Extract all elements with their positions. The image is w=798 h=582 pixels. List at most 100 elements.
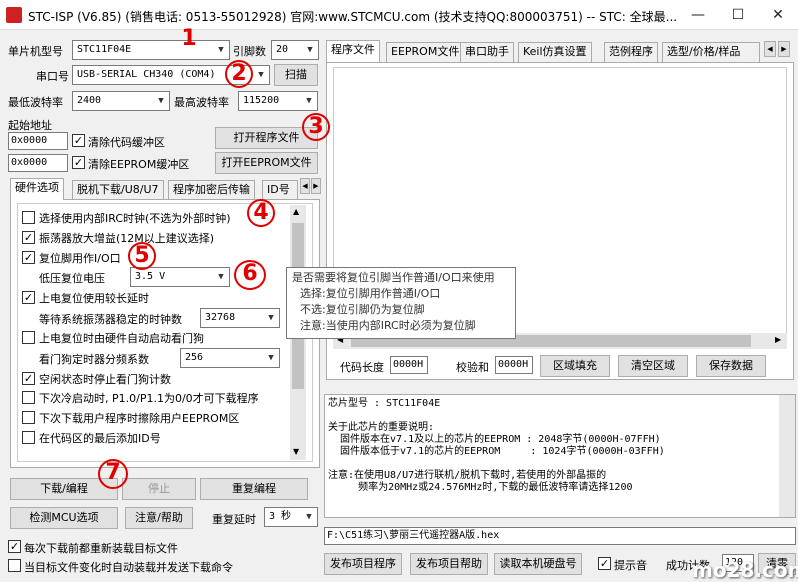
pins-value: 20 [276, 44, 289, 55]
low-volt-label: 低压复位电压 [39, 272, 105, 285]
right-tabs: 程序文件 EEPROM文件 串口助手 Keil仿真设置 范例程序 选型/价格/样… [326, 40, 796, 62]
beep-checkbox[interactable]: ✓ [598, 557, 611, 570]
code-len-label: 代码长度 [340, 361, 384, 374]
scroll-down-icon[interactable]: ▼ [293, 447, 299, 456]
min-baud-select[interactable]: 2400 ▼ [72, 91, 170, 111]
osc-wait-select[interactable]: 32768 ▼ [200, 308, 280, 328]
scroll-up-icon[interactable]: ▲ [293, 207, 299, 216]
code-addr-input[interactable]: 0x0000 [8, 132, 68, 150]
pins-select[interactable]: 20 ▼ [271, 40, 319, 60]
tab-examples[interactable]: 范例程序 [604, 42, 658, 62]
read-disk-button[interactable]: 读取本机硬盘号 [494, 553, 582, 575]
tab-serial-assistant[interactable]: 串口助手 [460, 42, 514, 62]
auto-reload-checkbox[interactable] [8, 559, 21, 572]
low-volt-select[interactable]: 3.5 V ▼ [130, 267, 230, 287]
close-icon[interactable]: ✕ [758, 0, 798, 30]
chevron-down-icon: ▼ [258, 70, 264, 80]
opt-gain-checkbox[interactable]: ✓ [22, 231, 35, 244]
checksum-label: 校验和 [456, 361, 489, 374]
opt-erase-eeprom-checkbox[interactable] [22, 411, 35, 424]
detect-mcu-button[interactable]: 检测MCU选项 [10, 507, 118, 529]
tab-eeprom-file[interactable]: EEPROM文件 [386, 42, 465, 62]
wdt-div-label: 看门狗定时器分频系数 [39, 353, 149, 366]
tooltip-line-3: 不选:复位引脚仍为复位脚 [300, 303, 425, 316]
opt-erase-eeprom-label: 下次下载用户程序时擦除用户EEPROM区 [39, 412, 240, 425]
opt-reset-io-checkbox[interactable]: ✓ [22, 251, 35, 264]
right-tab-prev-icon[interactable]: ◀ [764, 41, 776, 57]
right-tab-next-icon[interactable]: ▶ [778, 41, 790, 57]
port-label: 串口号 [36, 70, 69, 83]
save-data-button[interactable]: 保存数据 [696, 355, 766, 377]
opt-add-id-label: 在代码区的最后添加ID号 [39, 432, 161, 445]
tab-keil-sim[interactable]: Keil仿真设置 [518, 42, 592, 62]
repeat-delay-value: 3 秒 [269, 511, 292, 522]
opt-idle-wdt-checkbox[interactable]: ✓ [22, 372, 35, 385]
title-bar: STC-ISP (V6.85) (销售电话: 0513-55012928) 官网… [0, 0, 798, 30]
reset-io-tooltip: 是否需要将复位引脚当作普通I/O口来使用 选择:复位引脚用作普通I/O口 不选:… [286, 267, 516, 339]
tab-id[interactable]: ID号 [262, 180, 298, 200]
tab-selection-price[interactable]: 选型/价格/样品 [662, 42, 760, 62]
maximize-icon[interactable]: ☐ [718, 0, 758, 30]
max-baud-value: 115200 [243, 95, 280, 106]
mcu-select[interactable]: STC11F04E ▼ [72, 40, 230, 60]
opt-hw-wdt-checkbox[interactable] [22, 331, 35, 344]
info-scrollbar[interactable] [779, 395, 795, 517]
clear-code-checkbox[interactable]: ✓ [72, 134, 85, 147]
clear-area-button[interactable]: 清空区域 [618, 355, 688, 377]
tab-next-icon[interactable]: ▶ [311, 178, 321, 194]
minimize-icon[interactable]: — [678, 0, 718, 30]
tooltip-line-1: 是否需要将复位引脚当作普通I/O口来使用 [292, 271, 495, 284]
mcu-label: 单片机型号 [8, 45, 63, 58]
scroll-right-icon[interactable]: ▶ [775, 335, 781, 344]
opt-cold-start-checkbox[interactable] [22, 391, 35, 404]
scan-button[interactable]: 扫描 [274, 64, 318, 86]
repeat-delay-select[interactable]: 3 秒 ▼ [264, 507, 318, 527]
opt-cold-start-label: 下次冷启动时, P1.0/P1.1为0/0才可下载程序 [39, 392, 259, 405]
app-icon [6, 7, 22, 23]
min-baud-value: 2400 [77, 95, 102, 106]
chevron-down-icon: ▼ [306, 512, 312, 522]
open-eeprom-button[interactable]: 打开EEPROM文件 [215, 152, 318, 174]
tab-program-file[interactable]: 程序文件 [326, 40, 380, 62]
annotation-1: 1 [181, 26, 197, 51]
opt-irc-label: 选择使用内部IRC时钟(不选为外部时钟) [39, 212, 231, 225]
osc-wait-label: 等待系统振荡器稳定的时钟数 [39, 313, 182, 326]
info-panel: 芯片型号 : STC11F04E 关于此芯片的重要说明: 固件版本在v7.1及以… [324, 394, 796, 518]
chip-info-text: 芯片型号 : STC11F04E 关于此芯片的重要说明: 固件版本在v7.1及以… [328, 398, 665, 493]
publish-button[interactable]: 发布项目程序 [324, 553, 402, 575]
tooltip-line-4: 注意:当使用内部IRC时必须为复位脚 [300, 319, 476, 332]
annotation-7: 7 [98, 459, 128, 489]
reload-before-checkbox[interactable]: ✓ [8, 540, 21, 553]
auto-reload-label: 当目标文件变化时自动装载并发送下载命令 [24, 561, 233, 574]
annotation-2: 2 [225, 60, 253, 88]
publish-help-button[interactable]: 发布项目帮助 [410, 553, 488, 575]
opt-add-id-checkbox[interactable] [22, 431, 35, 444]
chevron-down-icon: ▼ [218, 272, 224, 282]
watermark: mo28.com [692, 558, 798, 582]
pins-label: 引脚数 [233, 45, 266, 58]
annotation-3: 3 [302, 113, 330, 141]
start-addr-label: 起始地址 [8, 119, 52, 132]
chevron-down-icon: ▼ [158, 96, 164, 106]
fill-area-button[interactable]: 区域填充 [540, 355, 610, 377]
chevron-down-icon: ▼ [218, 45, 224, 55]
reload-before-label: 每次下载前都重新装载目标文件 [24, 542, 178, 555]
help-button[interactable]: 注意/帮助 [125, 507, 193, 529]
wdt-div-select[interactable]: 256 ▼ [180, 348, 280, 368]
annotation-6: 6 [234, 260, 266, 290]
eeprom-addr-input[interactable]: 0x0000 [8, 154, 68, 172]
tab-offline[interactable]: 脱机下载/U8/U7 [72, 180, 164, 200]
chevron-down-icon: ▼ [268, 353, 274, 363]
max-baud-select[interactable]: 115200 ▼ [238, 91, 318, 111]
opt-long-delay-checkbox[interactable]: ✓ [22, 291, 35, 304]
opt-irc-checkbox[interactable] [22, 211, 35, 224]
tab-prev-icon[interactable]: ◀ [300, 178, 310, 194]
clear-eeprom-checkbox[interactable]: ✓ [72, 156, 85, 169]
annotation-4: 4 [247, 199, 275, 227]
chevron-down-icon: ▼ [268, 313, 274, 323]
beep-label: 提示音 [614, 559, 647, 572]
tab-hardware[interactable]: 硬件选项 [10, 178, 64, 200]
stop-button[interactable]: 停止 [122, 478, 196, 500]
reprogram-button[interactable]: 重复编程 [200, 478, 308, 500]
tab-encrypt[interactable]: 程序加密后传输 [168, 180, 255, 200]
